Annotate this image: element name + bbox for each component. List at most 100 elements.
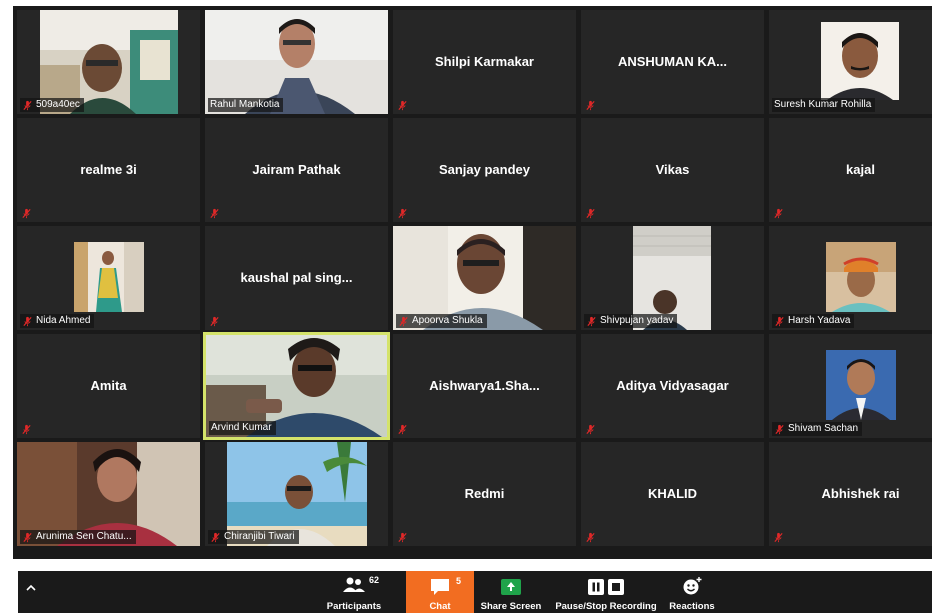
participant-tile[interactable]: Chiranjibi Tiwari (205, 442, 388, 546)
pause-stop-recording-button[interactable]: Pause/Stop Recording (550, 571, 662, 613)
participant-video (826, 242, 896, 312)
participant-name: Chiranjibi Tiwari (224, 531, 295, 542)
muted-mic-icon (773, 532, 784, 543)
participant-name: Nida Ahmed (36, 315, 91, 326)
participants-icon (341, 576, 367, 597)
participant-tile[interactable]: Aishwarya1.Sha... (393, 334, 576, 438)
muted-mic-icon (22, 100, 33, 111)
participant-name: Harsh Yadava (788, 315, 851, 326)
muted-mic-icon (774, 316, 785, 327)
reactions-label: Reactions (669, 601, 715, 612)
participant-video (826, 350, 896, 420)
muted-mic-icon (209, 208, 220, 219)
participant-name-label: Shivpujan yadav (584, 314, 678, 328)
participant-name: Rahul Mankotia (210, 99, 280, 110)
participant-tile[interactable]: Arunima Sen Chatu... (17, 442, 200, 546)
participant-name: Redmi (464, 486, 505, 501)
participant-name: Amita (90, 378, 127, 393)
reactions-button[interactable]: Reactions (664, 571, 720, 613)
muted-mic-icon (397, 208, 408, 219)
smile-add-icon (681, 576, 703, 599)
participant-tile[interactable]: Vikas (581, 118, 764, 222)
participant-name-label: Harsh Yadava (772, 314, 855, 328)
participant-tile[interactable]: Nida Ahmed (17, 226, 200, 330)
participant-name: realme 3i (80, 162, 137, 177)
muted-mic-icon (774, 424, 785, 435)
muted-mic-icon (397, 100, 408, 111)
participant-name: Vikas (655, 162, 690, 177)
gallery-view-grid: 509a40ec Rahul Mankotia Shilpi Karmakar … (13, 6, 932, 559)
participant-tile[interactable]: Shivam Sachan (769, 334, 932, 438)
participant-name: Shivpujan yadav (600, 315, 674, 326)
participant-tile[interactable]: Harsh Yadava (769, 226, 932, 330)
muted-mic-icon (773, 208, 784, 219)
participant-tile[interactable]: Apoorva Shukla (393, 226, 576, 330)
share-screen-button[interactable]: Share Screen (478, 571, 544, 613)
participant-name-label: Suresh Kumar Rohilla (772, 98, 876, 112)
share-screen-label: Share Screen (480, 601, 542, 612)
participant-tile[interactable]: Sanjay pandey (393, 118, 576, 222)
participant-tile[interactable]: Redmi (393, 442, 576, 546)
participant-tile[interactable]: Suresh Kumar Rohilla (769, 10, 932, 114)
muted-mic-icon (585, 100, 596, 111)
participant-name: Shilpi Karmakar (435, 54, 534, 69)
muted-mic-icon (398, 316, 409, 327)
participant-tile[interactable]: KHALID (581, 442, 764, 546)
participant-tile[interactable]: ANSHUMAN KA... (581, 10, 764, 114)
muted-mic-icon (22, 316, 33, 327)
participant-name-label: Nida Ahmed (20, 314, 95, 328)
recording-label: Pause/Stop Recording (555, 601, 657, 612)
pause-stop-icon (587, 578, 625, 599)
chat-label: Chat (429, 601, 451, 612)
muted-mic-icon (397, 424, 408, 435)
muted-mic-icon (397, 532, 408, 543)
participants-button[interactable]: 62 Participants (318, 571, 390, 613)
chat-unread-count: 5 (456, 576, 462, 586)
participant-tile[interactable]: kajal (769, 118, 932, 222)
participant-tile[interactable]: Rahul Mankotia (205, 10, 388, 114)
participant-name: Abhishek rai (821, 486, 900, 501)
participant-name-label: Arvind Kumar (209, 421, 276, 435)
muted-mic-icon (210, 532, 221, 543)
chat-button[interactable]: 5 Chat (406, 571, 474, 613)
participants-count: 62 (369, 575, 380, 585)
muted-mic-icon (586, 316, 597, 327)
participant-name: kaushal pal sing... (240, 270, 353, 285)
chat-icon (430, 578, 450, 599)
participant-name-label: Arunima Sen Chatu... (20, 530, 136, 544)
participant-name: 509a40ec (36, 99, 80, 110)
participant-name-label: Apoorva Shukla (396, 314, 487, 328)
participant-tile[interactable]: Shilpi Karmakar (393, 10, 576, 114)
muted-mic-icon (209, 316, 220, 327)
participant-video (821, 22, 899, 100)
participant-tile[interactable]: Aditya Vidyasagar (581, 334, 764, 438)
participant-name: Shivam Sachan (788, 423, 859, 434)
participant-tile[interactable]: kaushal pal sing... (205, 226, 388, 330)
participant-name: Arvind Kumar (211, 422, 272, 433)
participant-tile[interactable]: Shivpujan yadav (581, 226, 764, 330)
participant-tile-active-speaker[interactable]: Arvind Kumar (203, 332, 390, 440)
participant-name: ANSHUMAN KA... (617, 54, 728, 69)
muted-mic-icon (585, 424, 596, 435)
participant-name-label: Rahul Mankotia (208, 98, 284, 112)
participant-tile[interactable]: 509a40ec (17, 10, 200, 114)
muted-mic-icon (21, 424, 32, 435)
muted-mic-icon (585, 532, 596, 543)
muted-mic-icon (22, 532, 33, 543)
participant-name-label: 509a40ec (20, 98, 84, 112)
muted-mic-icon (21, 208, 32, 219)
participant-tile[interactable]: Abhishek rai (769, 442, 932, 546)
participant-name: Jairam Pathak (252, 162, 341, 177)
participant-tile[interactable]: Jairam Pathak (205, 118, 388, 222)
participant-name: kajal (846, 162, 875, 177)
participant-name: Arunima Sen Chatu... (36, 531, 132, 542)
participant-name: Aditya Vidyasagar (616, 378, 729, 393)
chevron-up-icon[interactable] (24, 581, 38, 595)
participants-label: Participants (326, 601, 382, 612)
participant-video (74, 242, 144, 312)
zoom-meeting-window: 509a40ec Rahul Mankotia Shilpi Karmakar … (0, 0, 932, 613)
participant-name-label: Chiranjibi Tiwari (208, 530, 299, 544)
participant-tile[interactable]: realme 3i (17, 118, 200, 222)
participant-name: Apoorva Shukla (412, 315, 483, 326)
participant-tile[interactable]: Amita (17, 334, 200, 438)
